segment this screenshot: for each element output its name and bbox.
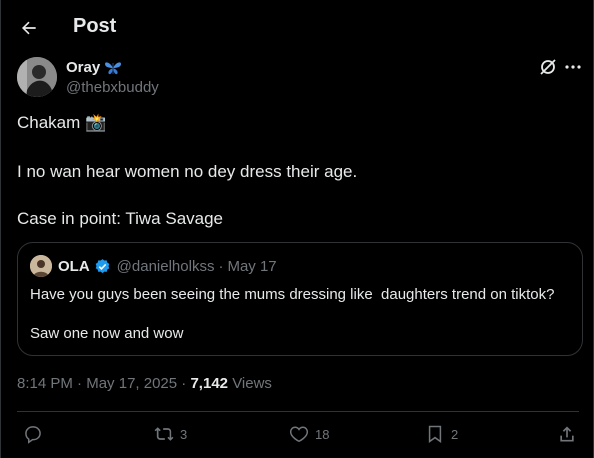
more-horizontal-icon <box>565 65 581 69</box>
meta-separator: · <box>77 375 83 392</box>
avatar-image <box>17 57 57 97</box>
repost-icon <box>154 427 174 441</box>
quoted-date: May 17 <box>227 257 277 275</box>
avatar[interactable] <box>17 57 57 97</box>
share-button[interactable] <box>557 424 577 444</box>
post-author: Oray @thebxbuddy <box>17 57 581 99</box>
post-text-line-1: Chakam 📸 <box>17 113 107 132</box>
bookmark-count: 2 <box>451 426 459 442</box>
action-bar: 3 18 2 <box>1 418 594 454</box>
repost-count: 3 <box>180 426 188 442</box>
quoted-author-name: OLA <box>58 257 90 275</box>
repost-button[interactable]: 3 <box>154 424 187 444</box>
grok-icon <box>540 59 556 75</box>
like-button[interactable]: 18 <box>289 424 329 444</box>
quoted-text-line-2: Saw one now and wow <box>30 325 184 342</box>
quoted-separator: · <box>218 257 224 275</box>
bookmark-button[interactable]: 2 <box>425 424 458 444</box>
heart-icon <box>289 426 309 443</box>
page-title: Post <box>73 15 117 37</box>
back-button[interactable] <box>15 14 43 42</box>
post-time[interactable]: 8:14 PM <box>17 375 73 392</box>
quoted-post-header: OLA @danielholkss · May 17 <box>30 255 277 277</box>
grok-button[interactable] <box>538 57 558 77</box>
post-text-line-2: I no wan hear women no dey dress their a… <box>17 162 358 181</box>
share-icon <box>560 426 574 442</box>
views-label: Views <box>232 375 272 392</box>
reply-button[interactable] <box>23 424 49 444</box>
quoted-author-handle: @danielholkss <box>116 257 215 275</box>
bookmark-icon <box>428 425 442 443</box>
post-page: Post Oray @thebxbuddy Chakam 📸 I no wan … <box>0 0 594 458</box>
page-header: Post <box>1 0 594 56</box>
post-text-line-3: Case in point: Tiwa Savage <box>17 209 224 228</box>
meta-separator-2: · <box>181 375 187 392</box>
divider <box>17 411 579 412</box>
post-date[interactable]: May 17, 2025 <box>86 375 177 392</box>
quoted-post[interactable]: OLA @danielholkss · May 17 Have you guys… <box>17 242 583 356</box>
quoted-text-line-1: Have you guys been seeing the mums dress… <box>30 286 555 303</box>
butterfly-emoji-icon <box>105 61 122 74</box>
views-count: 7,142 <box>190 375 229 392</box>
arrow-left-icon <box>22 21 36 35</box>
reply-icon <box>25 426 41 444</box>
more-options-button[interactable] <box>563 57 583 77</box>
quoted-avatar-image <box>30 255 52 277</box>
author-name[interactable]: Oray <box>66 59 100 76</box>
verified-badge-icon <box>95 258 109 273</box>
like-count: 18 <box>315 426 330 442</box>
author-handle[interactable]: @thebxbuddy <box>66 79 159 96</box>
quoted-avatar <box>30 255 52 277</box>
author-name-row: Oray <box>66 59 122 76</box>
post-metadata: 8:14 PM · May 17, 2025 · 7,142 Views <box>17 375 272 392</box>
